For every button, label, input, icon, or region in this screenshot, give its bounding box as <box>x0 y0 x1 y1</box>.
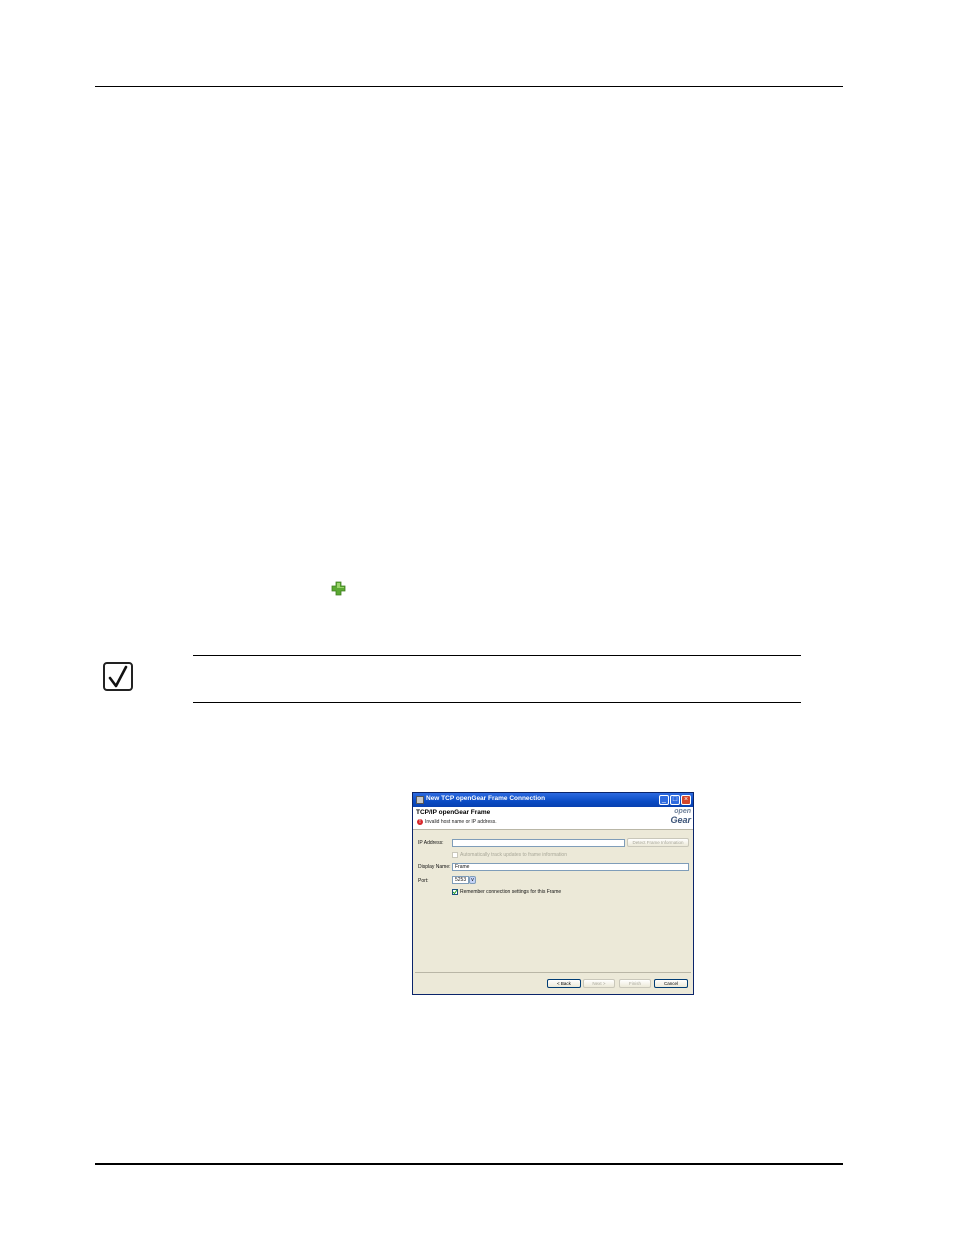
header-rule <box>95 86 843 87</box>
display-name-label: Display Name: <box>418 864 451 870</box>
plus-icon <box>331 581 346 596</box>
remember-settings-checkbox[interactable] <box>452 889 458 895</box>
port-dropdown-chevron-icon[interactable]: v <box>469 876 476 884</box>
note-checkmark-icon <box>103 662 133 691</box>
display-name-input[interactable]: Frame <box>452 863 689 871</box>
note-rule-top <box>193 655 801 656</box>
error-message: Invalid host name or IP address. <box>425 819 497 825</box>
remember-settings-label: Remember connection settings for this Fr… <box>460 889 562 895</box>
port-label: Port: <box>418 878 429 884</box>
window-icon <box>416 796 424 804</box>
back-button[interactable]: < Back <box>547 979 581 988</box>
wizard-header-title: TCP/IP openGear Frame <box>416 809 491 816</box>
dialog-titlebar: New TCP openGear Frame Connection _ □ × <box>413 793 693 807</box>
auto-track-label: Automatically track updates to frame inf… <box>460 852 567 858</box>
ip-address-input[interactable] <box>452 839 625 847</box>
finish-button[interactable]: Finish <box>619 979 651 988</box>
cancel-button[interactable]: Cancel <box>654 979 688 988</box>
minimize-button[interactable]: _ <box>659 795 669 805</box>
new-tcp-frame-connection-dialog: New TCP openGear Frame Connection _ □ × … <box>412 792 694 995</box>
logo-line-2: Gear <box>670 815 691 825</box>
wizard-header: TCP/IP openGear Frame ! Invalid host nam… <box>413 807 693 830</box>
opengear-logo: open Gear <box>659 808 691 828</box>
maximize-button[interactable]: □ <box>670 795 680 805</box>
port-field[interactable]: 5253 <box>452 876 469 884</box>
auto-track-checkbox[interactable] <box>452 852 458 858</box>
ip-address-label: IP Address: <box>418 840 444 846</box>
next-button[interactable]: Next > <box>583 979 615 988</box>
dialog-title: New TCP openGear Frame Connection <box>426 795 546 802</box>
footer-rule <box>95 1163 843 1165</box>
close-button[interactable]: × <box>681 795 691 805</box>
error-icon: ! <box>417 819 423 825</box>
footer-divider <box>415 972 691 973</box>
detect-frame-information-button[interactable]: Detect Frame Information <box>627 838 689 847</box>
checkmark-icon <box>452 889 458 895</box>
note-rule-bottom <box>193 702 801 703</box>
